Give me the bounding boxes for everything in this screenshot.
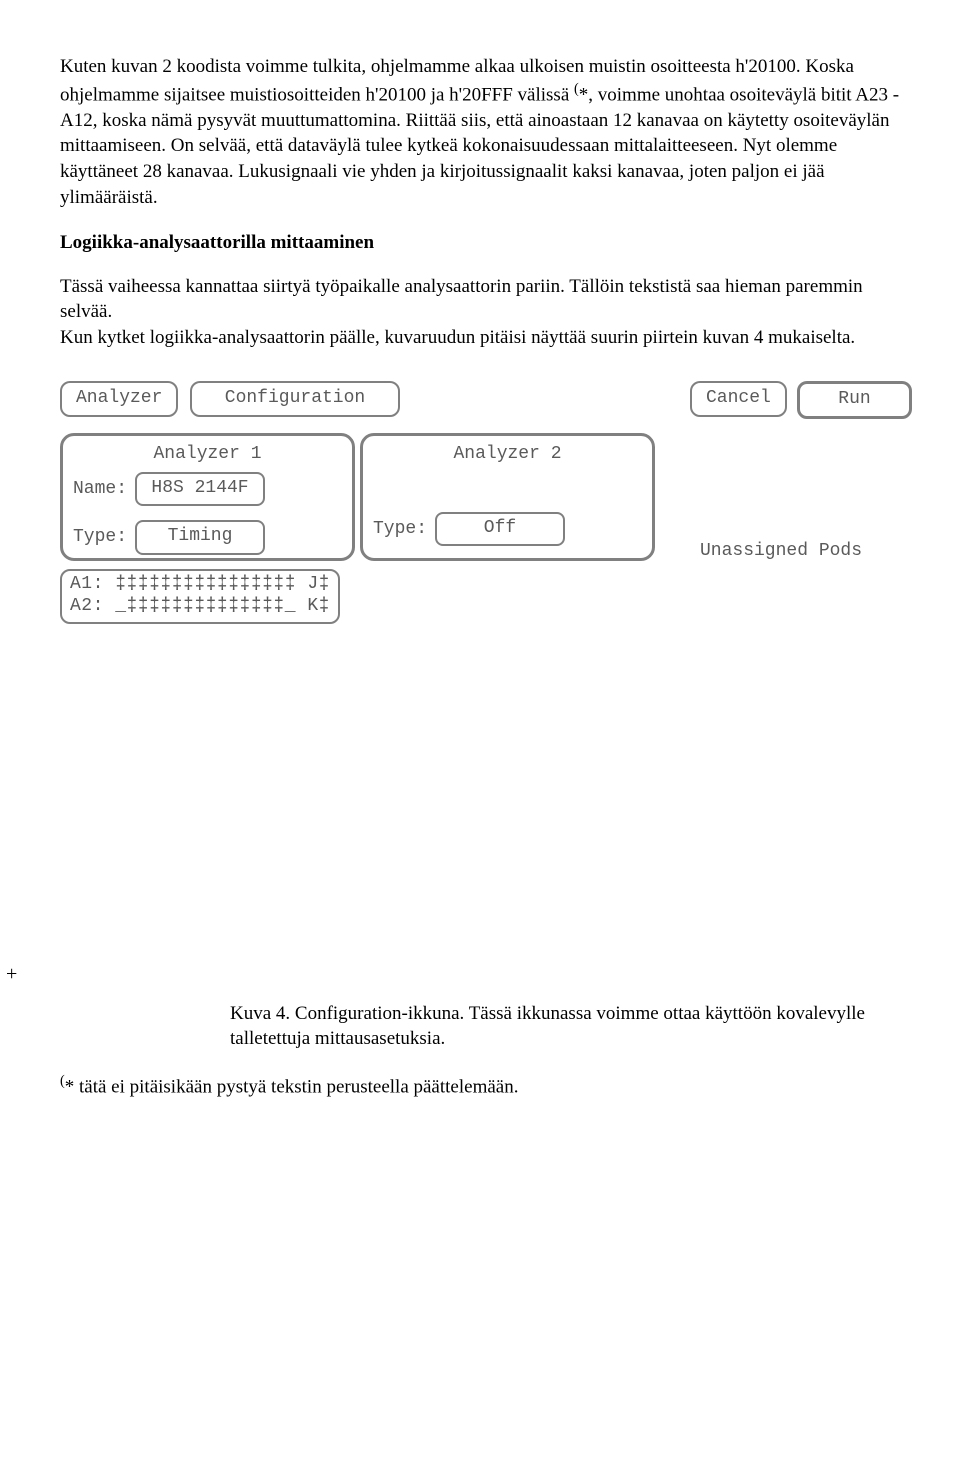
name-label: Name: (73, 477, 135, 501)
analyzer-2-title: Analyzer 2 (373, 442, 642, 466)
unassigned-pods-label: Unassigned Pods (700, 539, 862, 563)
pods-line-a2: A2: _‡‡‡‡‡‡‡‡‡‡‡‡‡‡_ K‡ (70, 595, 330, 618)
type-label-2: Type: (373, 517, 435, 541)
footnote: (* tätä ei pitäisikään pystyä tekstin pe… (60, 1072, 900, 1100)
pods-box[interactable]: A1: ‡‡‡‡‡‡‡‡‡‡‡‡‡‡‡‡ J‡ A2: _‡‡‡‡‡‡‡‡‡‡‡… (60, 569, 340, 624)
figure-4-caption: Kuva 4. Configuration-ikkuna. Tässä ikku… (230, 1001, 900, 1052)
type-row-2: Type: Off (373, 512, 642, 546)
plus-marker: + (6, 961, 17, 988)
analyzer-button[interactable]: Analyzer (60, 381, 178, 417)
configuration-button[interactable]: Configuration (190, 381, 400, 417)
footnote-text: * tätä ei pitäisikään pystyä tekstin per… (65, 1076, 519, 1097)
paragraph-1: Kuten kuvan 2 koodista voimme tulkita, o… (60, 54, 900, 210)
name-field[interactable]: H8S 2144F (135, 472, 265, 506)
paragraph-2: Tässä vaiheessa kannattaa siirtyä työpai… (60, 274, 900, 325)
analyzer-1-title: Analyzer 1 (73, 442, 342, 466)
cancel-button[interactable]: Cancel (690, 381, 787, 417)
type-label-1: Type: (73, 525, 135, 549)
run-button[interactable]: Run (797, 381, 912, 419)
figure-caption-block: + Kuva 4. Configuration-ikkuna. Tässä ik… (60, 1001, 900, 1052)
paragraph-3: Kun kytket logiikka-analysaattorin pääll… (60, 325, 900, 351)
type-field-2[interactable]: Off (435, 512, 565, 546)
section-heading: Logiikka-analysaattorilla mittaaminen (60, 230, 900, 256)
pods-line-a1: A1: ‡‡‡‡‡‡‡‡‡‡‡‡‡‡‡‡ J‡ (70, 573, 330, 596)
type-field-1[interactable]: Timing (135, 520, 265, 554)
analyzer-1-panel: Analyzer 1 Name: H8S 2144F Type: Timing (60, 433, 355, 561)
analyzer-2-panel: Analyzer 2 Type: Off (360, 433, 655, 561)
figure-4: Analyzer Configuration Cancel Run Analyz… (60, 381, 900, 661)
name-row: Name: H8S 2144F (73, 472, 342, 506)
type-row-1: Type: Timing (73, 520, 342, 554)
